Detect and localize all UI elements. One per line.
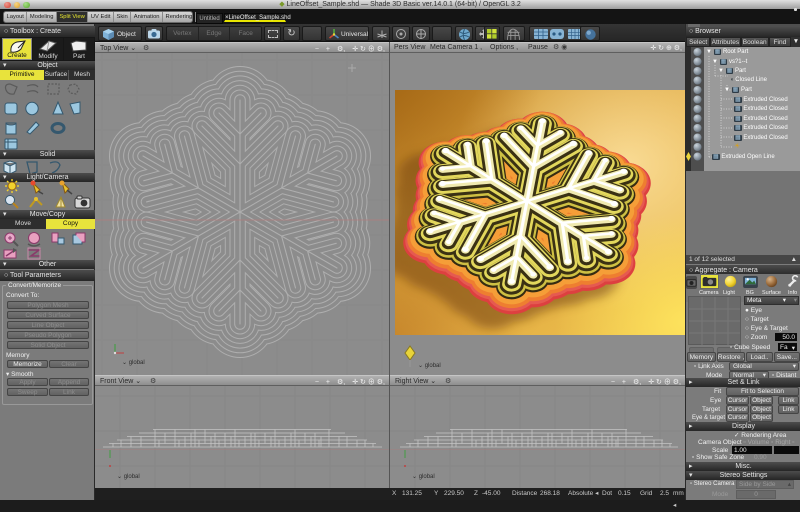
svg-text:⌄ global: ⌄ global <box>117 474 140 480</box>
svg-text:⌄ global: ⌄ global <box>122 360 145 366</box>
svg-text:⌄ global: ⌄ global <box>418 363 441 369</box>
svg-text:⌄ global: ⌄ global <box>412 474 435 480</box>
